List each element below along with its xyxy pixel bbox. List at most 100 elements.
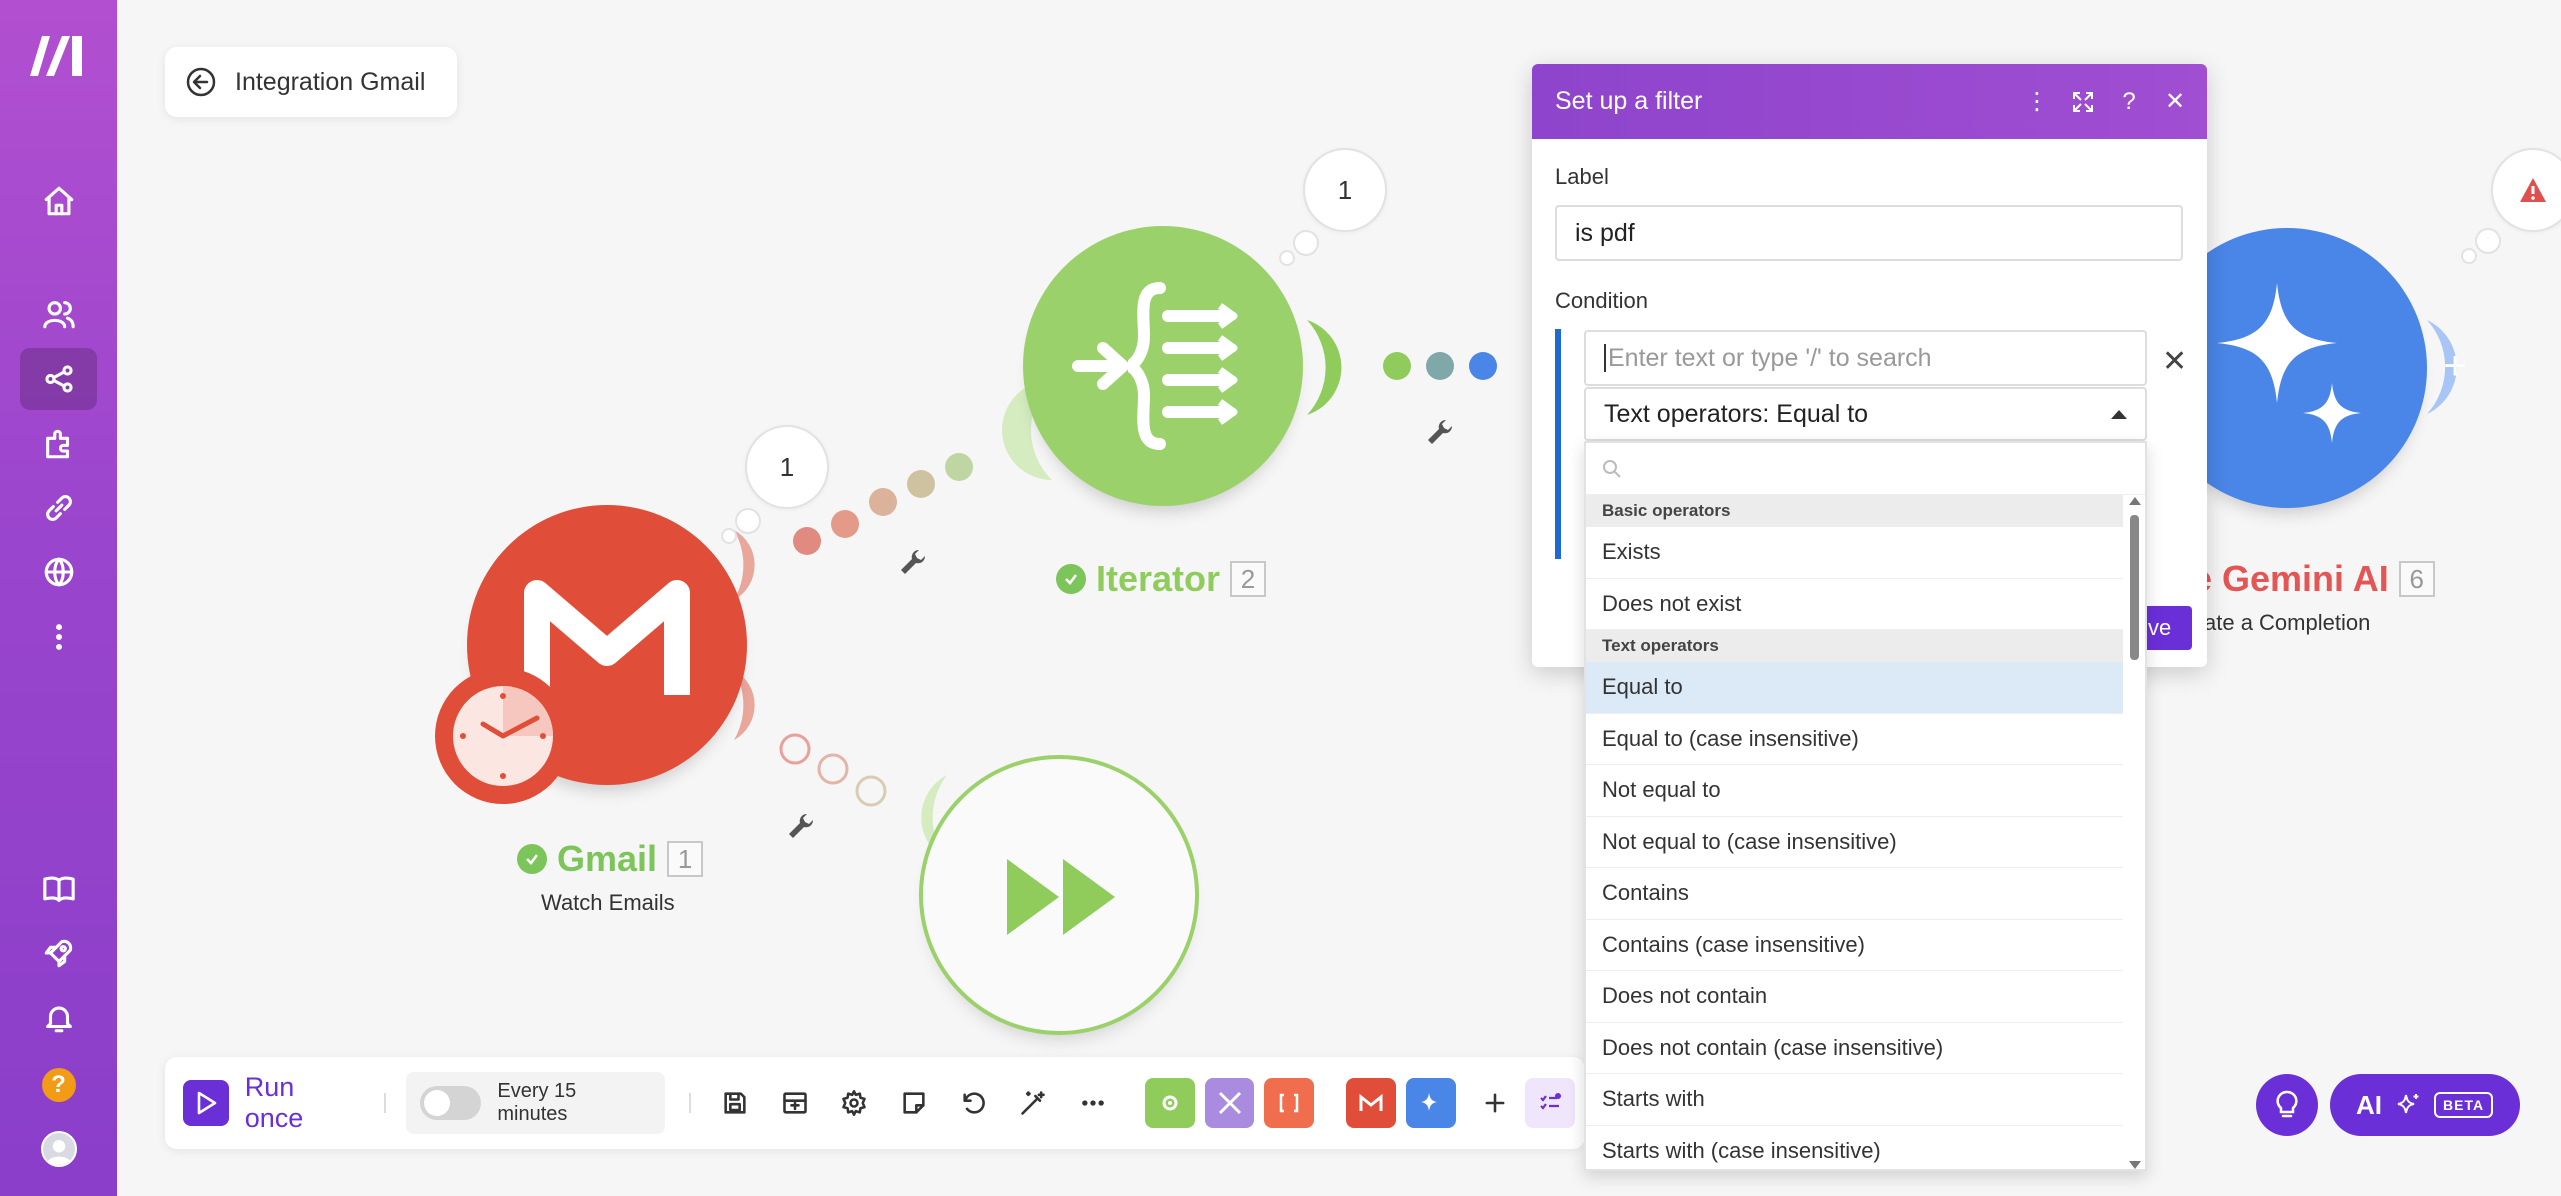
scenarios-icon[interactable]: [20, 348, 97, 410]
launch-icon[interactable]: [20, 922, 97, 984]
help-icon[interactable]: ?: [20, 1054, 97, 1116]
notifications-icon[interactable]: [20, 987, 97, 1049]
team-icon[interactable]: [20, 283, 97, 345]
expand-icon[interactable]: [2069, 88, 2097, 116]
beta-badge: BETA: [2434, 1092, 2494, 1118]
flow-control-module[interactable]: [919, 755, 1199, 1035]
more-icon[interactable]: [20, 606, 97, 668]
undo-icon[interactable]: [944, 1073, 1004, 1133]
success-check-icon: [1056, 564, 1086, 594]
dropdown-scrollbar[interactable]: [2127, 495, 2141, 1169]
play-icon: [183, 1080, 229, 1126]
scenario-toolbar: Run once Every 15 minutes: [165, 1057, 1585, 1149]
gemini-app-icon[interactable]: [1405, 1078, 1456, 1128]
add-module-button[interactable]: +: [2435, 346, 2475, 386]
route-settings-icon[interactable]: [1424, 416, 1456, 448]
operator-group-header: Basic operators: [1586, 495, 2123, 527]
operator-select[interactable]: Text operators: Equal to: [1584, 387, 2147, 441]
lightbulb-icon[interactable]: [2256, 1074, 2318, 1136]
condition-placeholder: Enter text or type '/' to search: [1608, 343, 1932, 372]
help-question-icon[interactable]: ?: [2115, 88, 2143, 116]
iterator-icon: [1072, 282, 1238, 450]
operator-option[interactable]: Contains (case insensitive): [1586, 920, 2123, 971]
avatar[interactable]: [20, 1118, 97, 1180]
operator-selected-value: Text operators: Equal to: [1604, 399, 1869, 428]
operator-option[interactable]: Equal to (case insensitive): [1586, 714, 2123, 765]
warning-icon: [2520, 178, 2546, 202]
bubble-dot: [721, 528, 737, 544]
checklist-icon[interactable]: [1525, 1078, 1575, 1128]
iterator-operations-bubble[interactable]: 1: [1303, 148, 1387, 232]
gmail-app-icon[interactable]: [1346, 1078, 1396, 1128]
route-settings-icon[interactable]: [785, 810, 817, 842]
settings-gear-icon[interactable]: [824, 1073, 884, 1133]
scroll-down-icon[interactable]: [2129, 1161, 2141, 1169]
gmail-module-title: Gmail 1: [517, 838, 704, 880]
sparkle-icon: [2397, 1094, 2419, 1114]
bubble-dot: [1293, 230, 1319, 256]
bubble-dot: [735, 508, 761, 534]
kebab-menu-icon[interactable]: ⋮: [2023, 88, 2051, 116]
operator-dropdown-list[interactable]: Basic operators Exists Does not exist Te…: [1584, 441, 2147, 1171]
toolbar-divider: [689, 1093, 692, 1113]
operator-group-header: Text operators: [1586, 630, 2123, 662]
operator-option[interactable]: Starts with: [1586, 1074, 2123, 1126]
connections-icon[interactable]: [20, 477, 97, 539]
gemini-sparkle-icon: [2217, 283, 2361, 443]
operator-option[interactable]: Does not contain: [1586, 971, 2123, 1023]
operator-option[interactable]: Not equal to (case insensitive): [1586, 817, 2123, 868]
auto-align-icon[interactable]: [1004, 1073, 1064, 1133]
route-settings-icon[interactable]: [897, 546, 929, 578]
sidebar: ?: [0, 0, 117, 1196]
bubble-dot: [1279, 250, 1295, 266]
operator-option[interactable]: Exists: [1586, 527, 2123, 579]
success-check-icon: [517, 844, 547, 874]
home-icon[interactable]: [20, 170, 97, 232]
schedule-label: Every 15 minutes: [497, 1080, 577, 1125]
bubble-dot: [2461, 248, 2477, 264]
webhooks-icon[interactable]: [20, 541, 97, 603]
schedule-control[interactable]: Every 15 minutes: [405, 1072, 666, 1134]
operator-option[interactable]: Starts with (case insensitive): [1586, 1126, 2123, 1170]
iterator-module[interactable]: [1023, 226, 1303, 506]
remove-condition-icon[interactable]: ✕: [2162, 344, 2187, 379]
scroll-up-icon[interactable]: [2129, 497, 2141, 505]
dialog-header: Set up a filter ⋮ ? ✕: [1532, 64, 2207, 139]
schedule-toggle[interactable]: [419, 1086, 482, 1120]
search-icon: [1603, 459, 1621, 478]
condition-group-bar: [1555, 329, 1561, 559]
operator-option[interactable]: Does not contain (case insensitive): [1586, 1023, 2123, 1074]
condition-operand-input[interactable]: Enter text or type '/' to search: [1584, 330, 2147, 386]
operator-option[interactable]: Does not exist: [1586, 579, 2123, 630]
save-icon[interactable]: [705, 1073, 765, 1133]
close-icon[interactable]: ✕: [2161, 88, 2189, 116]
docs-icon[interactable]: [20, 858, 97, 920]
label-caption: Label: [1555, 164, 1609, 189]
operator-option[interactable]: Not equal to: [1586, 765, 2123, 817]
gmail-module-subtitle: Watch Emails: [541, 890, 675, 915]
notes-icon[interactable]: [884, 1073, 944, 1133]
run-once-button[interactable]: Run once: [183, 1072, 360, 1134]
condition-caption: Condition: [1555, 288, 1648, 313]
operator-option[interactable]: Contains: [1586, 868, 2123, 920]
operator-option-selected[interactable]: Equal to: [1586, 662, 2123, 714]
gmail-operations-bubble[interactable]: 1: [745, 425, 829, 509]
flow-control-app-icon[interactable]: [1204, 1078, 1255, 1128]
tools-app-icon[interactable]: [1144, 1078, 1195, 1128]
operator-search-input[interactable]: [1586, 443, 2145, 495]
json-app-icon[interactable]: [1264, 1078, 1315, 1128]
clock-trigger-icon: [435, 668, 571, 804]
scrollbar-thumb[interactable]: [2130, 515, 2139, 660]
toolbar-divider: [383, 1093, 386, 1113]
filter-label-input[interactable]: is pdf: [1555, 205, 2183, 261]
more-options-icon[interactable]: [1063, 1073, 1123, 1133]
make-logo-icon[interactable]: [28, 30, 88, 80]
dialog-title: Set up a filter: [1555, 87, 1703, 115]
iterator-module-title: Iterator 2: [1056, 558, 1267, 600]
ai-assistant-button[interactable]: AI BETA: [2330, 1074, 2520, 1136]
scenario-io-icon[interactable]: [765, 1073, 825, 1133]
gemini-module-subtitle: ate a Completion: [2204, 610, 2371, 635]
add-app-icon[interactable]: [1466, 1073, 1526, 1133]
chevron-up-icon: [2111, 409, 2127, 419]
templates-icon[interactable]: [20, 413, 97, 475]
